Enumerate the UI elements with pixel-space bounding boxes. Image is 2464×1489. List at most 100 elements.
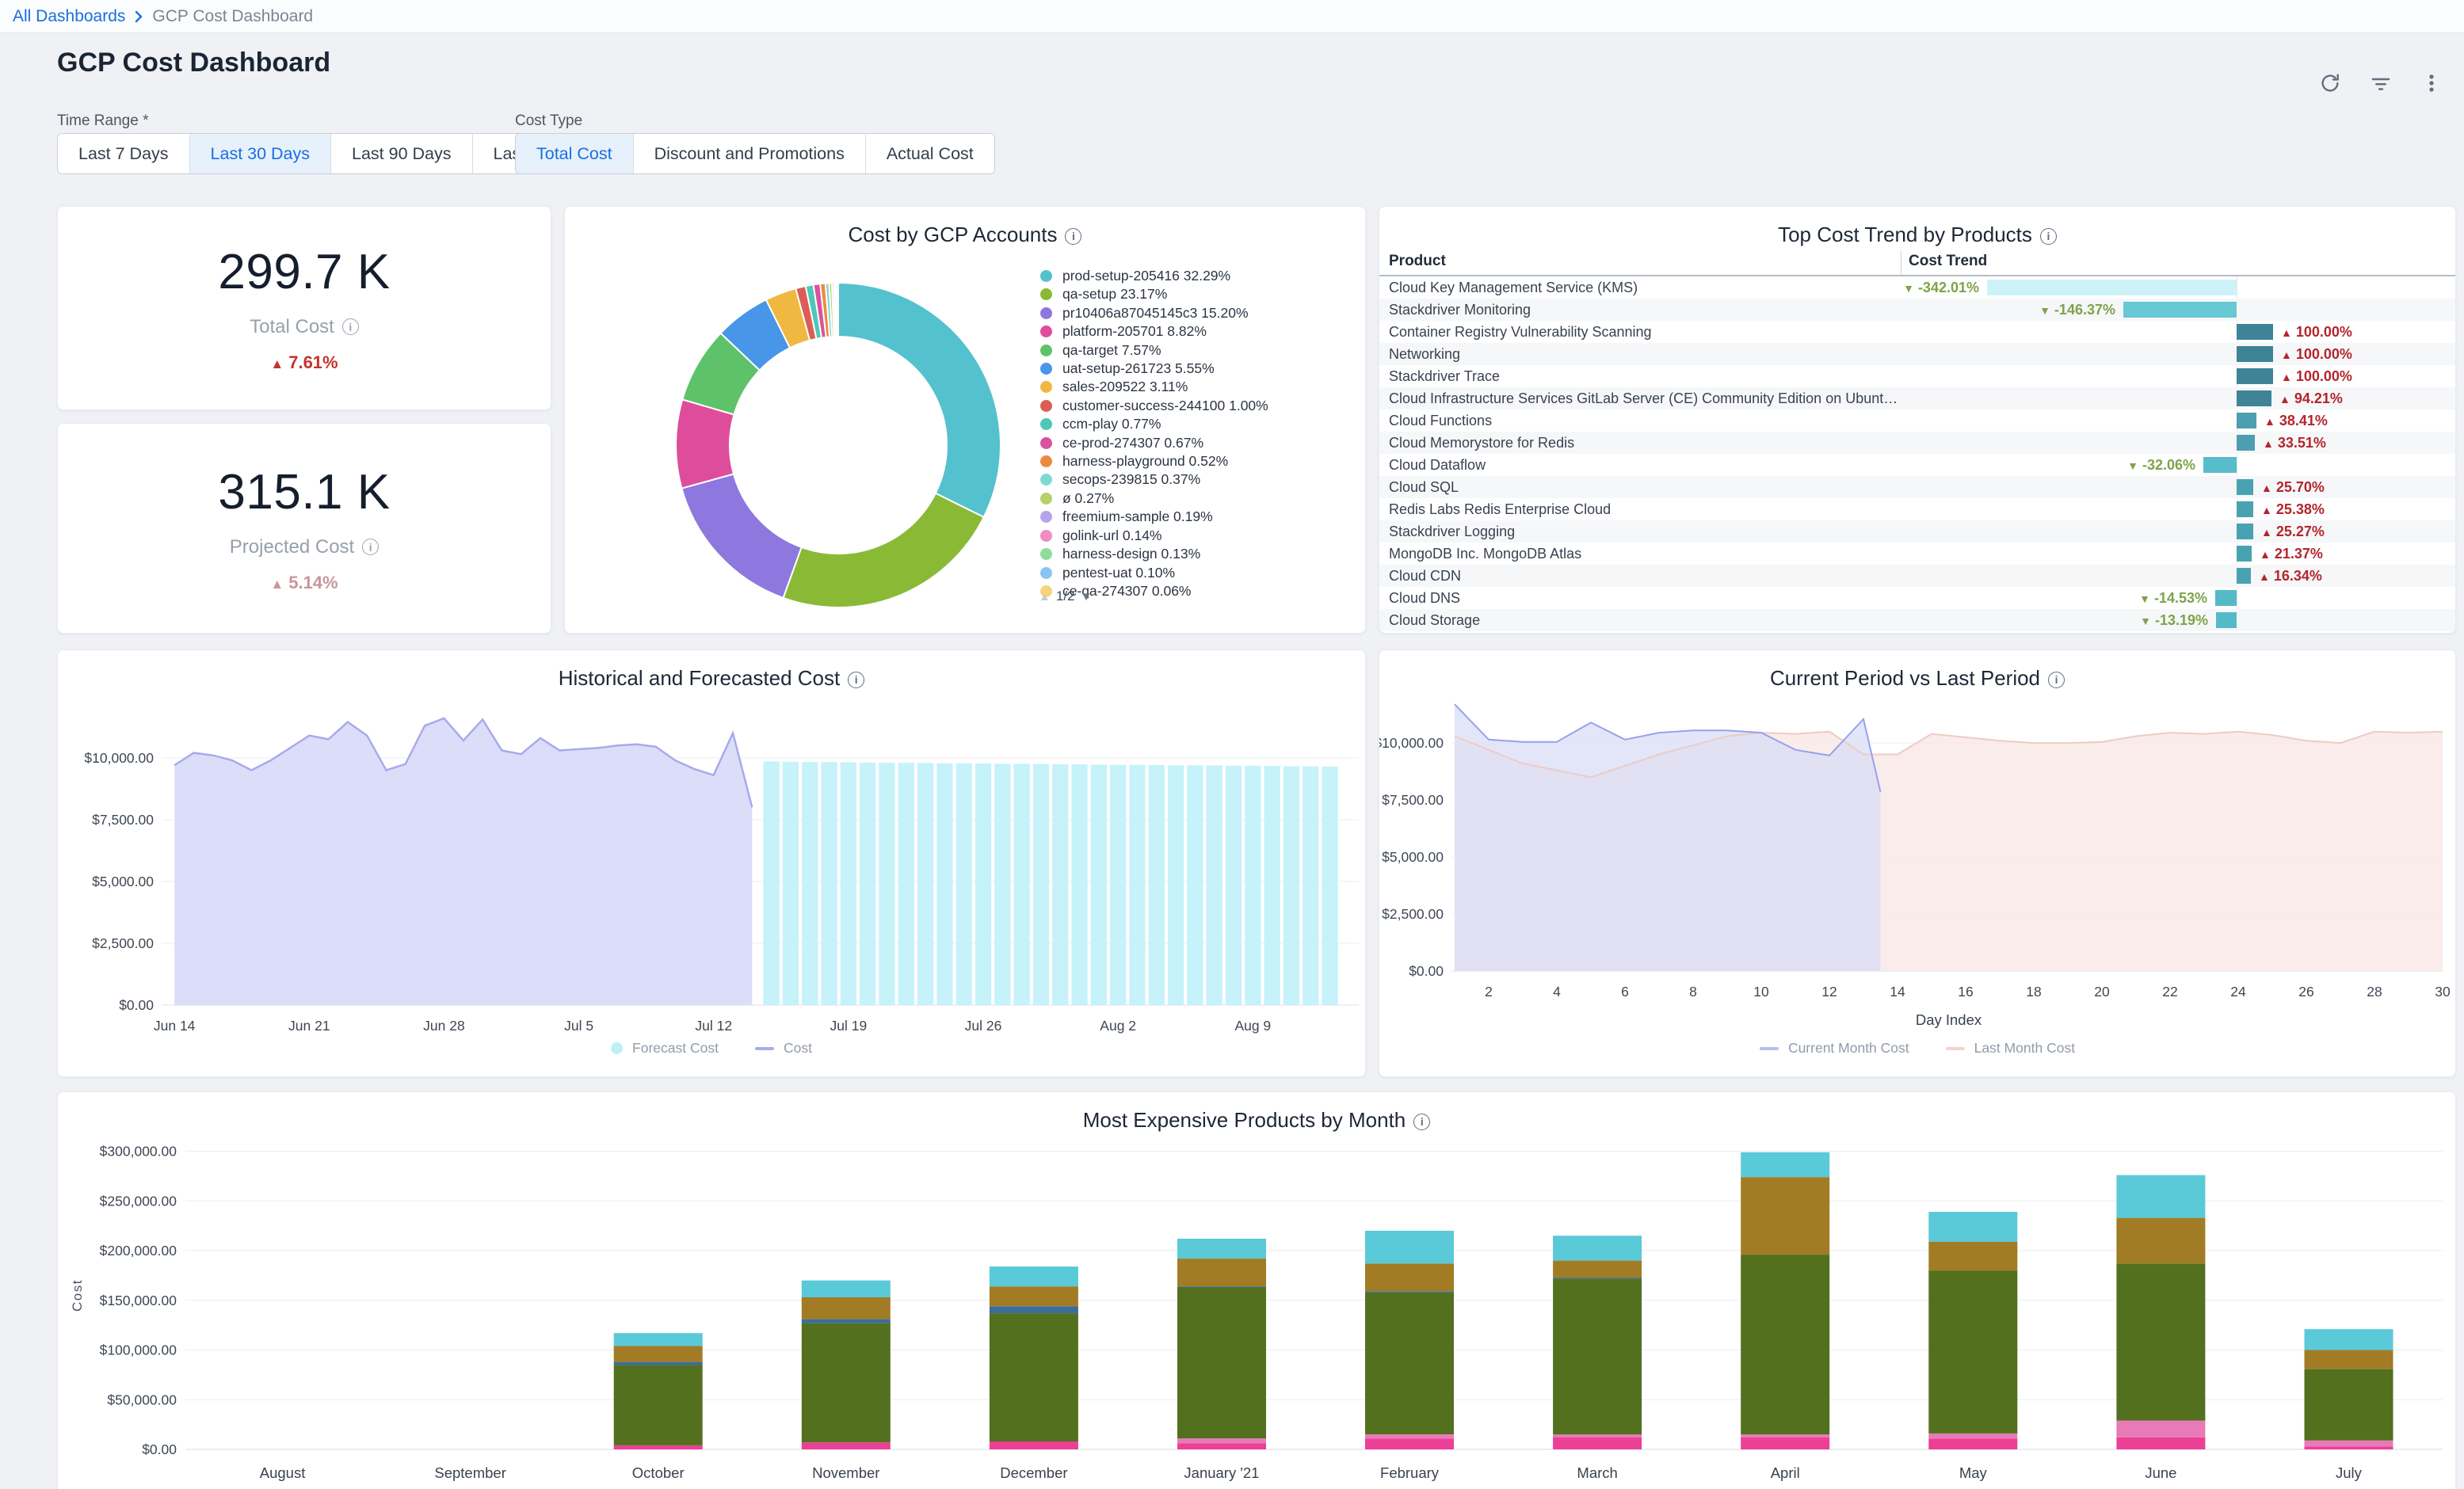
bar-segment[interactable] xyxy=(990,1313,1078,1441)
bar-segment[interactable] xyxy=(2305,1446,2393,1449)
forecast-bar[interactable] xyxy=(802,762,818,1005)
forecast-bar[interactable] xyxy=(898,763,914,1005)
bar-segment[interactable] xyxy=(990,1306,1078,1313)
cost-area[interactable] xyxy=(174,718,752,1005)
bar-segment[interactable] xyxy=(1928,1270,2017,1434)
info-icon[interactable]: i xyxy=(2040,228,2057,245)
legend-item[interactable]: uat-setup-261723 5.55% xyxy=(1040,360,1357,378)
trend-bar[interactable] xyxy=(2237,501,2253,517)
bar-segment[interactable] xyxy=(802,1323,891,1443)
bar-segment[interactable] xyxy=(802,1320,891,1323)
filter-option-actual-cost[interactable]: Actual Cost xyxy=(865,134,994,173)
legend-item[interactable]: Forecast Cost xyxy=(611,1040,719,1057)
bar-segment[interactable] xyxy=(2116,1421,2205,1438)
forecast-bar[interactable] xyxy=(841,763,856,1006)
bar-segment[interactable] xyxy=(1177,1259,1266,1286)
filter-option-last-30-days[interactable]: Last 30 Days xyxy=(189,134,330,173)
bar-segment[interactable] xyxy=(1365,1293,1454,1434)
bar-segment[interactable] xyxy=(1365,1438,1454,1449)
legend-item[interactable]: Current Month Cost xyxy=(1760,1040,1909,1057)
bar-segment[interactable] xyxy=(614,1346,703,1362)
bar-segment[interactable] xyxy=(2116,1263,2205,1420)
bar-segment[interactable] xyxy=(1553,1278,1642,1434)
trend-bar[interactable] xyxy=(2237,435,2255,451)
forecast-bar[interactable] xyxy=(821,762,837,1005)
trend-bar[interactable] xyxy=(2237,568,2251,584)
refresh-button[interactable] xyxy=(2313,67,2347,100)
forecast-bar[interactable] xyxy=(1322,767,1337,1005)
more-menu-button[interactable] xyxy=(2415,67,2448,100)
filter-option-last-90-days[interactable]: Last 90 Days xyxy=(330,134,471,173)
bar-segment[interactable] xyxy=(802,1442,891,1449)
bar-segment[interactable] xyxy=(1928,1212,2017,1242)
forecast-bar[interactable] xyxy=(1283,767,1299,1006)
trend-bar[interactable] xyxy=(2203,457,2237,473)
bar-segment[interactable] xyxy=(614,1333,703,1346)
bar-segment[interactable] xyxy=(1553,1438,1642,1449)
forecast-bar[interactable] xyxy=(1149,765,1165,1005)
forecast-bar[interactable] xyxy=(1264,766,1280,1005)
trend-bar[interactable] xyxy=(2216,612,2237,628)
bar-segment[interactable] xyxy=(802,1297,891,1320)
forecast-bar[interactable] xyxy=(1207,766,1222,1006)
filter-option-total-cost[interactable]: Total Cost xyxy=(516,134,633,173)
bar-segment[interactable] xyxy=(1928,1434,2017,1438)
bar-segment[interactable] xyxy=(1741,1434,1829,1438)
bar-segment[interactable] xyxy=(2116,1175,2205,1218)
bar-segment[interactable] xyxy=(1365,1292,1454,1293)
forecast-bar[interactable] xyxy=(1071,764,1087,1005)
forecast-bar[interactable] xyxy=(783,762,799,1005)
legend-item[interactable]: harness-design 0.13% xyxy=(1040,545,1357,563)
page-up-icon[interactable]: ▲ xyxy=(1039,590,1051,604)
trend-bar[interactable] xyxy=(2237,546,2252,562)
bar-segment[interactable] xyxy=(614,1445,703,1449)
bar-segment[interactable] xyxy=(1928,1242,2017,1270)
legend-item[interactable]: freemium-sample 0.19% xyxy=(1040,508,1357,526)
bar-segment[interactable] xyxy=(1741,1255,1829,1434)
bar-segment[interactable] xyxy=(614,1365,703,1445)
legend-item[interactable]: golink-url 0.14% xyxy=(1040,527,1357,545)
legend-item[interactable]: Cost xyxy=(755,1040,812,1057)
bar-segment[interactable] xyxy=(1928,1438,2017,1449)
historical-forecast-chart[interactable]: $0.00$2,500.00$5,000.00$7,500.00$10,000.… xyxy=(58,650,1367,1078)
legend-item[interactable]: ø 0.27% xyxy=(1040,489,1357,508)
legend-item[interactable]: customer-success-244100 1.00% xyxy=(1040,397,1357,415)
bar-segment[interactable] xyxy=(1177,1286,1266,1287)
legend-item[interactable]: qa-setup 23.17% xyxy=(1040,285,1357,303)
trend-bar[interactable] xyxy=(2237,479,2253,495)
bar-segment[interactable] xyxy=(802,1281,891,1297)
bar-segment[interactable] xyxy=(1741,1438,1829,1449)
legend-item[interactable]: harness-playground 0.52% xyxy=(1040,452,1357,470)
bar-segment[interactable] xyxy=(1177,1444,1266,1450)
forecast-bar[interactable] xyxy=(936,764,952,1005)
trend-bar[interactable] xyxy=(2123,302,2237,318)
bar-segment[interactable] xyxy=(1177,1239,1266,1259)
trend-bar[interactable] xyxy=(2237,390,2271,406)
legend-item[interactable]: pr10406a87045145c3 15.20% xyxy=(1040,304,1357,322)
forecast-bar[interactable] xyxy=(1245,766,1261,1005)
forecast-bar[interactable] xyxy=(917,763,933,1005)
donut-slice[interactable] xyxy=(837,283,838,337)
trend-bar[interactable] xyxy=(2237,368,2273,384)
bar-segment[interactable] xyxy=(1365,1263,1454,1291)
legend-item[interactable]: sales-209522 3.11% xyxy=(1040,378,1357,396)
info-icon[interactable]: i xyxy=(1065,228,1081,245)
donut-slice[interactable] xyxy=(784,493,984,607)
bar-segment[interactable] xyxy=(2305,1329,2393,1350)
legend-item[interactable]: prod-setup-205416 32.29% xyxy=(1040,267,1357,285)
bar-segment[interactable] xyxy=(1741,1152,1829,1177)
trend-bar[interactable] xyxy=(2237,524,2253,539)
bar-segment[interactable] xyxy=(2305,1369,2393,1440)
donut-slice[interactable] xyxy=(838,283,1001,517)
breadcrumb-link-all-dashboards[interactable]: All Dashboards xyxy=(13,7,125,26)
bar-segment[interactable] xyxy=(614,1362,703,1365)
bar-segment[interactable] xyxy=(990,1266,1078,1286)
bar-segment[interactable] xyxy=(1741,1177,1829,1255)
bar-segment[interactable] xyxy=(1553,1261,1642,1278)
filter-option-last-7-days[interactable]: Last 7 Days xyxy=(58,134,189,173)
legend-item[interactable]: secops-239815 0.37% xyxy=(1040,470,1357,489)
filter-button[interactable] xyxy=(2364,67,2397,100)
bar-segment[interactable] xyxy=(1553,1236,1642,1260)
bar-segment[interactable] xyxy=(2116,1438,2205,1449)
bar-segment[interactable] xyxy=(990,1441,1078,1449)
